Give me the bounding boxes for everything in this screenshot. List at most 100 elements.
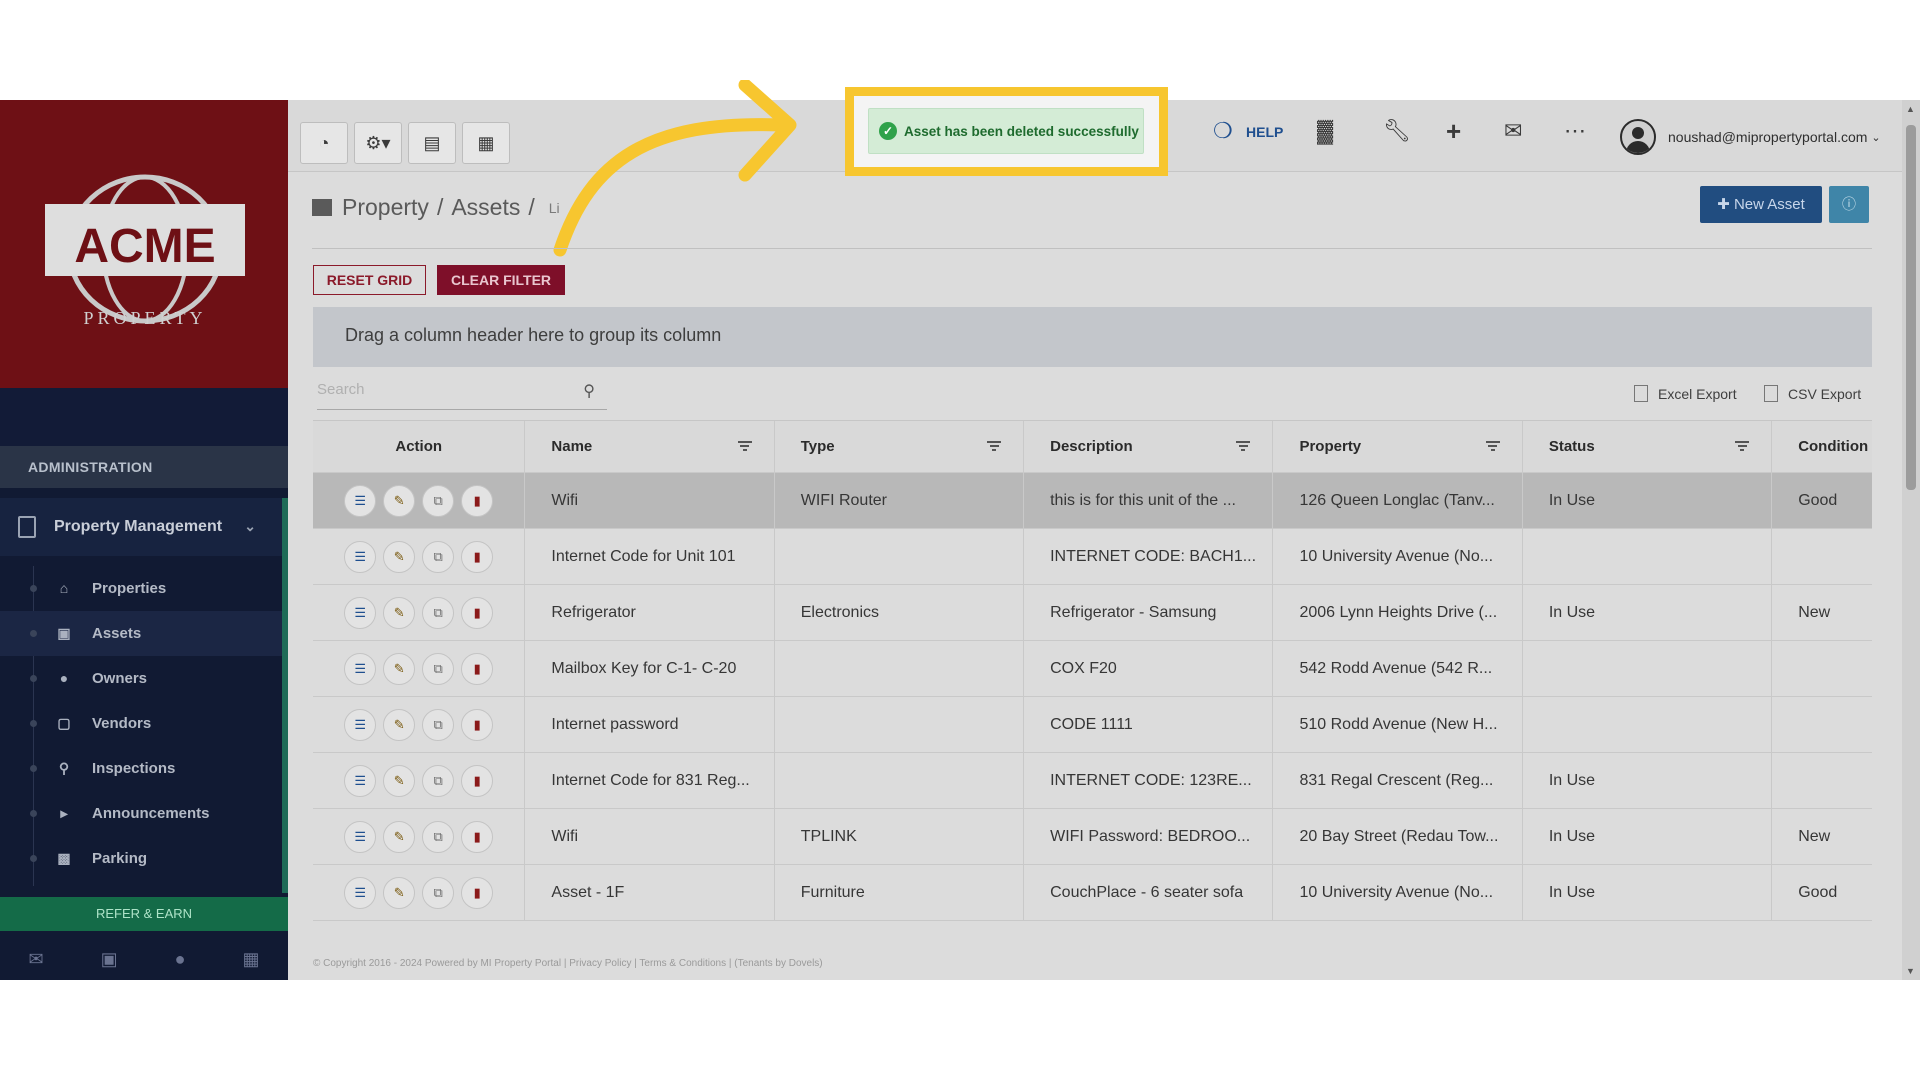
- table-row[interactable]: ☰ ✎ ⧉ ▮ Mailbox Key for C-1- C-20 COX F20 542 …: [313, 641, 1872, 697]
- trash-icon[interactable]: ▮: [461, 708, 494, 741]
- calculator-icon[interactable]: ▦: [462, 122, 510, 164]
- more-horizontal-icon[interactable]: ⋯: [1564, 118, 1586, 144]
- pencil-icon[interactable]: ✎: [383, 820, 416, 853]
- new-asset-button[interactable]: ✚ New Asset: [1700, 186, 1822, 223]
- copy-icon[interactable]: ⧉: [422, 876, 455, 909]
- column-header-name[interactable]: Name: [525, 421, 775, 472]
- trash-icon[interactable]: ▮: [461, 652, 494, 685]
- table-row[interactable]: ☰ ✎ ⧉ ▮ Internet Code for 831 Reg... INTERNET…: [313, 753, 1872, 809]
- sidebar-item-owners[interactable]: ● Owners: [0, 656, 282, 701]
- scroll-down-icon[interactable]: ▼: [1906, 966, 1915, 976]
- filter-icon[interactable]: [1485, 441, 1500, 451]
- refer-earn-button[interactable]: REFER & EARN: [0, 897, 288, 931]
- pencil-icon[interactable]: ✎: [383, 484, 416, 517]
- sidebar-item-announcements[interactable]: ▸ Announcements: [0, 791, 282, 836]
- page-scrollbar[interactable]: ▲ ▼: [1902, 100, 1920, 980]
- copy-icon[interactable]: ⧉: [422, 484, 455, 517]
- column-header-type[interactable]: Type: [775, 421, 1025, 472]
- table-row[interactable]: ☰ ✎ ⧉ ▮ Internet Code for Unit 101 INTERNET C…: [313, 529, 1872, 585]
- list-icon[interactable]: ☰: [344, 708, 377, 741]
- scrollbar-thumb[interactable]: [1906, 125, 1916, 490]
- breadcrumb-assets[interactable]: Assets: [451, 194, 520, 221]
- scroll-up-icon[interactable]: ▲: [1906, 104, 1915, 114]
- sidebar-item-assets[interactable]: ▣ Assets: [0, 611, 282, 656]
- pencil-icon[interactable]: ✎: [383, 876, 416, 909]
- table-row[interactable]: ☰ ✎ ⧉ ▮ Internet password CODE 1111 510 Rodd A…: [313, 697, 1872, 753]
- bar-chart-icon[interactable]: ▓: [1317, 118, 1333, 144]
- pencil-icon[interactable]: ✎: [383, 764, 416, 797]
- sidebar-item-properties[interactable]: ⌂ Properties: [0, 566, 282, 611]
- cell-name: Internet password: [525, 697, 775, 752]
- list-icon[interactable]: ☰: [344, 652, 377, 685]
- trash-icon[interactable]: ▮: [461, 820, 494, 853]
- csv-file-icon: [1764, 385, 1778, 402]
- clear-filter-button[interactable]: CLEAR FILTER: [437, 265, 565, 295]
- table-row[interactable]: ☰ ✎ ⧉ ▮ Refrigerator Electronics Refrigerator …: [313, 585, 1872, 641]
- group-drop-zone[interactable]: Drag a column header here to group its c…: [313, 307, 1872, 367]
- column-header-action[interactable]: Action: [313, 421, 526, 472]
- help-link[interactable]: HELP: [1246, 124, 1283, 140]
- briefcase-icon[interactable]: ▣: [101, 949, 118, 970]
- filter-icon[interactable]: [987, 441, 1002, 451]
- search-icon[interactable]: ⚲: [583, 381, 595, 401]
- help-lifebuoy-icon[interactable]: ❍: [1213, 118, 1233, 144]
- info-button[interactable]: ⓘ: [1829, 186, 1869, 223]
- mail-icon[interactable]: ✉: [1504, 118, 1522, 144]
- pencil-icon[interactable]: ✎: [383, 540, 416, 573]
- dashboard-icon[interactable]: ◔: [300, 122, 348, 164]
- list-icon[interactable]: ☰: [344, 820, 377, 853]
- cell-description: WIFI Password: BEDROO...: [1024, 809, 1274, 864]
- copy-icon[interactable]: ⧉: [422, 820, 455, 853]
- cell-name: Refrigerator: [525, 585, 775, 640]
- list-icon[interactable]: ☰: [344, 596, 377, 629]
- plus-icon[interactable]: +: [1446, 116, 1461, 147]
- breadcrumb-property[interactable]: Property: [342, 194, 429, 221]
- calculator-icon[interactable]: ▦: [242, 949, 259, 970]
- user-icon[interactable]: ●: [175, 949, 186, 970]
- calendar-icon[interactable]: ▤: [408, 122, 456, 164]
- property-management-toggle[interactable]: Property Management ⌄: [0, 498, 282, 556]
- trash-icon[interactable]: ▮: [461, 596, 494, 629]
- action-buttons: ☰ ✎ ⧉ ▮: [344, 540, 494, 573]
- filter-icon[interactable]: [1735, 441, 1750, 451]
- copy-icon[interactable]: ⧉: [422, 540, 455, 573]
- column-header-property[interactable]: Property: [1273, 421, 1523, 472]
- search-input[interactable]: Search ⚲: [317, 378, 607, 410]
- reset-grid-button[interactable]: RESET GRID: [313, 265, 426, 295]
- mail-icon[interactable]: ✉: [29, 949, 44, 970]
- pencil-icon[interactable]: ✎: [383, 596, 416, 629]
- user-menu[interactable]: noushad@mipropertyportal.com ⌄: [1620, 119, 1881, 155]
- copy-icon[interactable]: ⧉: [422, 596, 455, 629]
- list-icon[interactable]: ☰: [344, 484, 377, 517]
- trash-icon[interactable]: ▮: [461, 764, 494, 797]
- active-rail: [282, 498, 288, 893]
- table-row[interactable]: ☰ ✎ ⧉ ▮ Wifi TPLINK WIFI Password: BEDROO... 20…: [313, 809, 1872, 865]
- sidebar-item-inspections[interactable]: ⚲ Inspections: [0, 746, 282, 791]
- trash-icon[interactable]: ▮: [461, 540, 494, 573]
- column-header-condition[interactable]: Condition: [1772, 421, 1872, 472]
- wrench-icon[interactable]: 🔧︎: [1383, 118, 1411, 144]
- column-header-description[interactable]: Description: [1024, 421, 1274, 472]
- column-header-status[interactable]: Status: [1523, 421, 1773, 472]
- pencil-icon[interactable]: ✎: [383, 708, 416, 741]
- excel-export-button[interactable]: Excel Export: [1634, 385, 1737, 402]
- cell-type: Electronics: [775, 585, 1025, 640]
- copy-icon[interactable]: ⧉: [422, 708, 455, 741]
- pencil-icon[interactable]: ✎: [383, 652, 416, 685]
- settings-dropdown-icon[interactable]: ⚙▾: [354, 122, 402, 164]
- filter-icon[interactable]: [1236, 441, 1251, 451]
- list-icon[interactable]: ☰: [344, 540, 377, 573]
- table-row[interactable]: ☰ ✎ ⧉ ▮ Asset - 1F Furniture CouchPlace - 6 se…: [313, 865, 1872, 921]
- copy-icon[interactable]: ⧉: [422, 652, 455, 685]
- csv-export-button[interactable]: CSV Export: [1764, 385, 1861, 402]
- sidebar-item-vendors[interactable]: ▢ Vendors: [0, 701, 282, 746]
- table-row[interactable]: ☰ ✎ ⧉ ▮ Wifi WIFI Router this is for this unit…: [313, 473, 1872, 529]
- filter-icon[interactable]: [737, 441, 752, 451]
- trash-icon[interactable]: ▮: [461, 876, 494, 909]
- logo[interactable]: ACME PROPERTY: [0, 100, 288, 388]
- list-icon[interactable]: ☰: [344, 764, 377, 797]
- trash-icon[interactable]: ▮: [461, 484, 494, 517]
- sidebar-item-parking[interactable]: ▩ Parking: [0, 836, 282, 881]
- copy-icon[interactable]: ⧉: [422, 764, 455, 797]
- list-icon[interactable]: ☰: [344, 876, 377, 909]
